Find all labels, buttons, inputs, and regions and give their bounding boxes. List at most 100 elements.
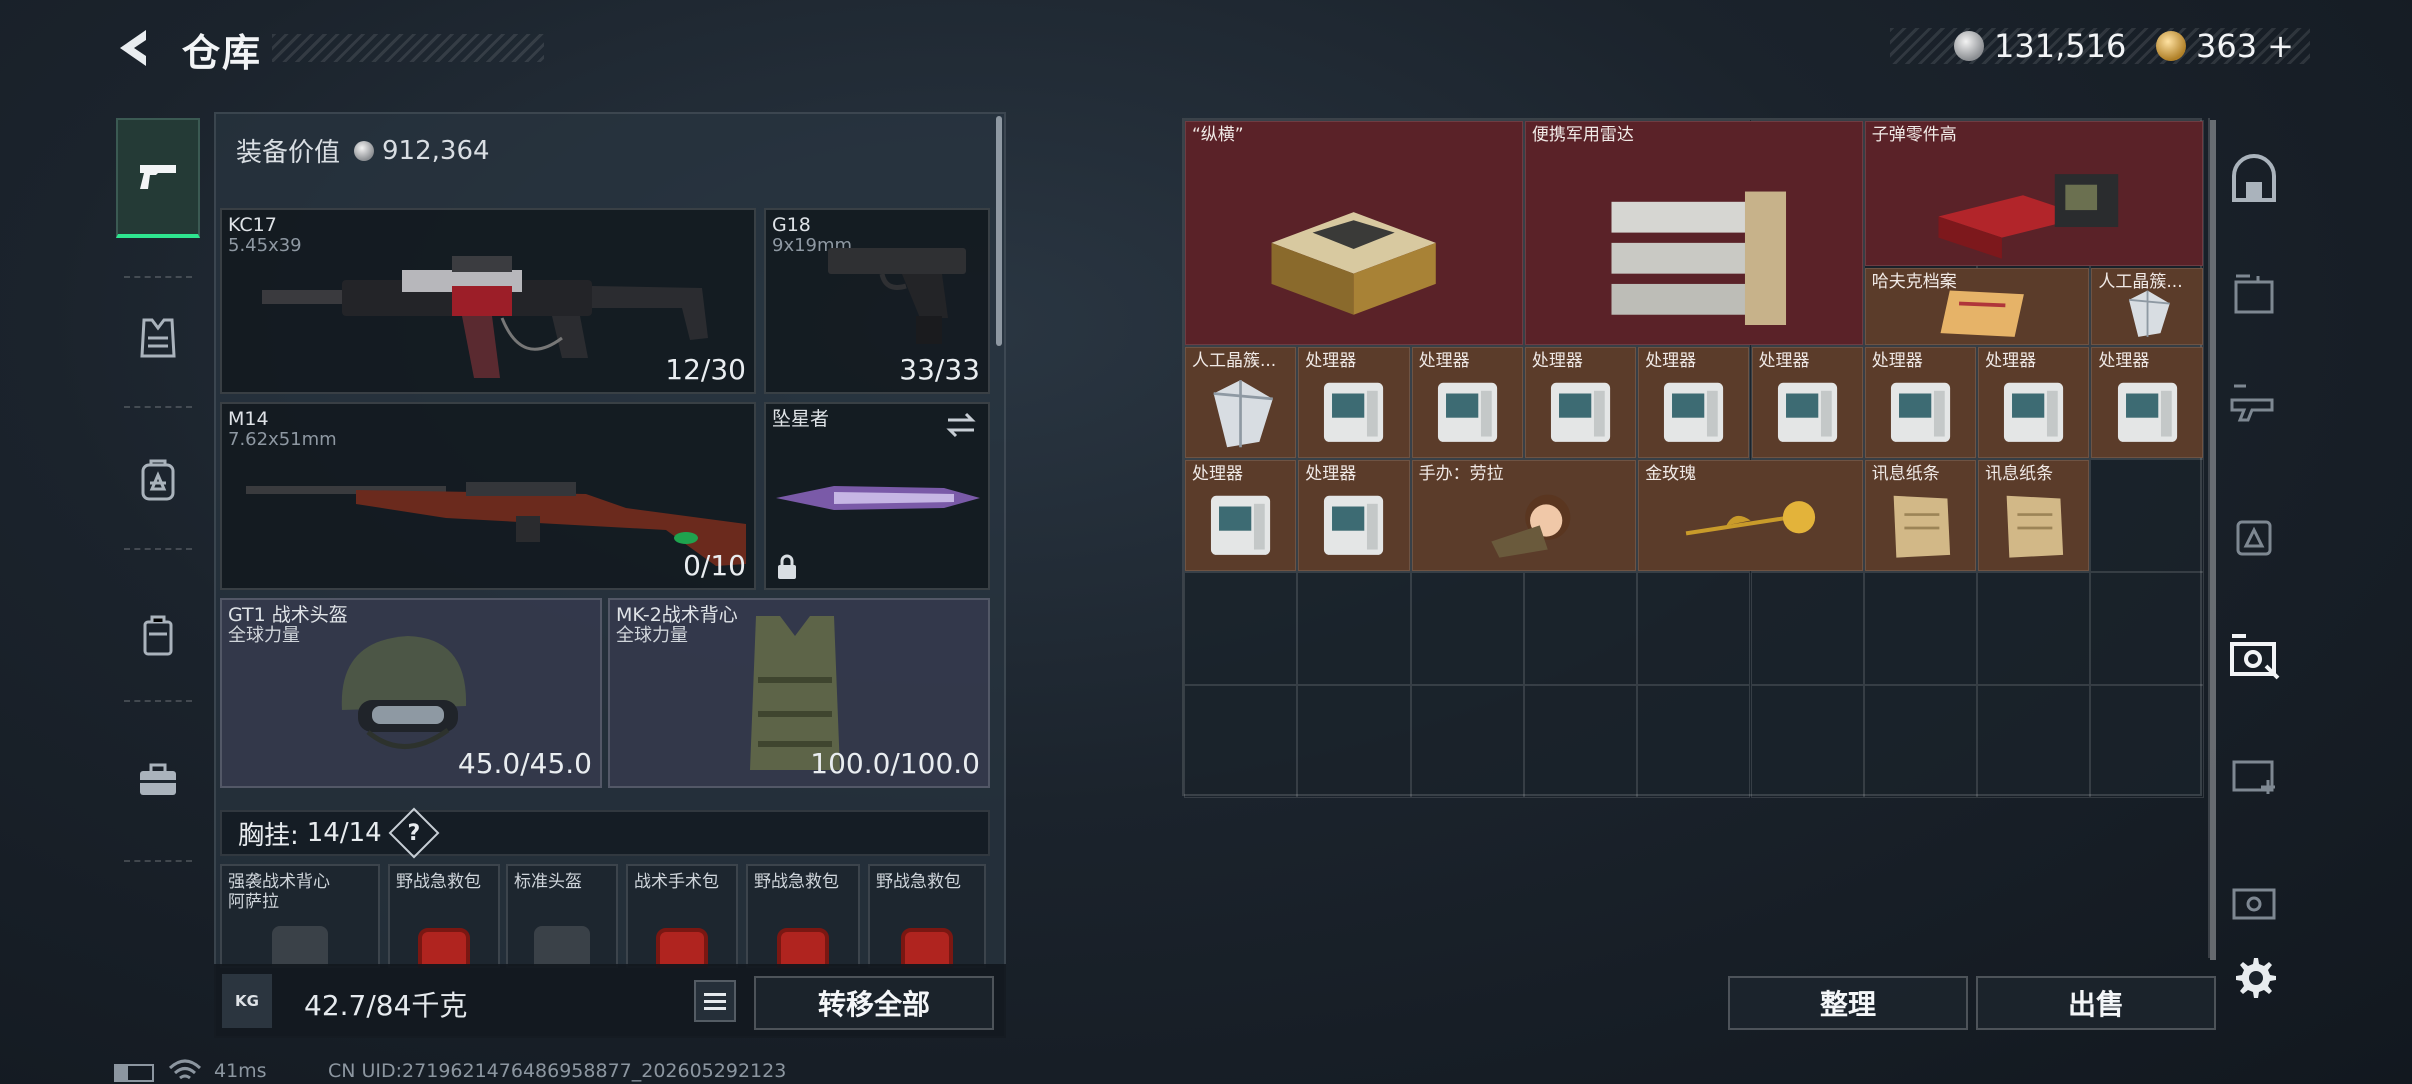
secondary-weapon-slot[interactable]: M14 7.62x51mm 0/10 bbox=[220, 402, 756, 590]
stash-item[interactable]: 处理器 bbox=[2091, 347, 2203, 458]
pouch-icon bbox=[143, 615, 173, 656]
sell-button[interactable]: 出售 bbox=[1976, 976, 2216, 1030]
stash-item-label: 处理器 bbox=[1531, 351, 1583, 371]
container-tab-4[interactable] bbox=[2212, 244, 2296, 340]
gold-currency[interactable]: 363 + bbox=[2156, 26, 2294, 66]
stash-item[interactable]: 讯息纸条 bbox=[1864, 460, 1977, 571]
backpack-container-icon bbox=[2236, 520, 2272, 556]
stash-cell[interactable] bbox=[2090, 572, 2204, 685]
stash-item[interactable]: 子弹零件高 bbox=[1864, 121, 2203, 266]
stash-cell[interactable] bbox=[1410, 685, 1524, 798]
stash-item-label: “纵横” bbox=[1192, 125, 1244, 145]
stash-item[interactable]: 人工晶簇... bbox=[2091, 267, 2203, 345]
stash-cell[interactable] bbox=[2090, 459, 2204, 572]
helmet-slot[interactable]: GT1 战术头盔 全球力量 45.0/45.0 bbox=[220, 598, 602, 788]
tab-weapons[interactable] bbox=[116, 118, 200, 238]
vest-slot[interactable]: MK-2战术背心 全球力量 100.0/100.0 bbox=[608, 598, 990, 788]
stash-cell[interactable] bbox=[1637, 572, 1751, 685]
vest-icon bbox=[140, 318, 176, 358]
stash-item-label: 人工晶簇... bbox=[2098, 271, 2183, 292]
stash-cell[interactable] bbox=[1750, 685, 1864, 798]
stash-item[interactable]: 处理器 bbox=[1978, 347, 2090, 458]
stash-item[interactable]: 手办：劳拉 bbox=[1411, 460, 1637, 571]
stash-cell[interactable] bbox=[1184, 685, 1298, 798]
tab-case[interactable] bbox=[116, 720, 200, 840]
loadout-scrollbar[interactable] bbox=[996, 116, 1002, 346]
stash-item[interactable]: 处理器 bbox=[1298, 347, 1410, 458]
stash-item[interactable]: 讯息纸条 bbox=[1978, 460, 2090, 571]
stash-item[interactable]: 处理器 bbox=[1185, 460, 1297, 571]
stash-item[interactable]: 人工晶簇... bbox=[1185, 347, 1297, 458]
stash-cell[interactable] bbox=[1410, 572, 1524, 685]
sort-button[interactable]: 整理 bbox=[1728, 976, 1968, 1030]
chest-rig-item-label: 野战急救包 bbox=[876, 872, 961, 892]
ammo-count: 33/33 bbox=[899, 353, 980, 386]
chest-rig-item[interactable]: 战术手术包 bbox=[626, 864, 738, 968]
stash-item[interactable]: 金玫瑰 bbox=[1638, 460, 1863, 571]
add-currency-button[interactable]: + bbox=[2267, 27, 2294, 65]
stash-cell[interactable] bbox=[1297, 572, 1411, 685]
figurine-icon bbox=[1439, 485, 1608, 566]
pistol-slot[interactable]: G18 9x19mm 33/33 bbox=[764, 208, 990, 394]
chest-rig-item[interactable]: 强袭战术背心 阿萨拉 bbox=[220, 864, 380, 968]
stash-cell[interactable] bbox=[1523, 572, 1638, 685]
settings-button[interactable] bbox=[2230, 954, 2278, 1002]
stash-cell[interactable] bbox=[2090, 685, 2204, 798]
tab-armor[interactable] bbox=[116, 278, 200, 398]
chest-rig-capacity: 14/14 bbox=[306, 818, 382, 848]
stash-item[interactable]: 处理器 bbox=[1751, 347, 1863, 458]
safe-icon bbox=[2232, 154, 2276, 202]
primary-weapon-slot[interactable]: KC17 5.45x39 12/30 bbox=[220, 208, 756, 394]
stash-item[interactable]: “纵横” bbox=[1185, 121, 1523, 345]
stash-cell[interactable] bbox=[1297, 685, 1411, 798]
stash-item[interactable]: 处理器 bbox=[1411, 347, 1523, 458]
swap-icon[interactable] bbox=[944, 410, 978, 440]
crystal-icon bbox=[2106, 285, 2189, 341]
container-tab-medical[interactable] bbox=[2212, 724, 2296, 820]
processor-icon bbox=[1199, 485, 1282, 566]
tab-backpack[interactable] bbox=[116, 420, 200, 540]
chest-rig-item[interactable]: 野战急救包 bbox=[868, 864, 986, 968]
back-arrow-icon[interactable] bbox=[112, 24, 160, 72]
stash-item-label: 处理器 bbox=[1192, 464, 1243, 484]
vest-name: MK-2战术背心 bbox=[616, 604, 738, 626]
vest-durability: 100.0/100.0 bbox=[810, 747, 980, 780]
stash-cell[interactable] bbox=[1523, 685, 1638, 798]
container-icon bbox=[2234, 274, 2274, 314]
gold-coin-icon bbox=[2156, 31, 2186, 61]
stash-cell[interactable] bbox=[1637, 685, 1751, 798]
transfer-all-button[interactable]: 转移全部 bbox=[754, 976, 994, 1030]
chest-rig-item-label: 野战急救包 bbox=[396, 872, 481, 892]
container-tab-2[interactable] bbox=[2212, 486, 2296, 582]
stash-item[interactable]: 处理器 bbox=[1638, 347, 1750, 458]
stash-cell[interactable] bbox=[1750, 572, 1864, 685]
medkit-icon bbox=[656, 928, 708, 968]
stash-cell[interactable] bbox=[1863, 572, 1978, 685]
stash-cell[interactable] bbox=[1863, 685, 1978, 798]
container-tab-card[interactable] bbox=[2212, 850, 2296, 946]
stash-item[interactable]: 处理器 bbox=[1298, 460, 1410, 571]
container-tab-3[interactable] bbox=[2212, 354, 2296, 450]
stash-cell[interactable] bbox=[1977, 572, 2091, 685]
container-tab-active[interactable] bbox=[2212, 606, 2296, 702]
help-button[interactable]: ? bbox=[388, 807, 440, 859]
medkit-icon bbox=[901, 928, 953, 968]
stash-cell[interactable] bbox=[1977, 685, 2091, 798]
stash-item-label: 处理器 bbox=[1871, 351, 1923, 371]
container-tab-safe[interactable] bbox=[2212, 132, 2296, 228]
chest-rig-item[interactable]: 野战急救包 bbox=[388, 864, 500, 968]
stash-item[interactable]: 哈夫克档案 bbox=[1864, 267, 2090, 345]
chest-rig-item[interactable]: 标准头盔 bbox=[506, 864, 618, 968]
rifle-icon bbox=[246, 482, 746, 566]
tab-pouch[interactable] bbox=[116, 576, 200, 696]
chest-rig-item[interactable]: 野战急救包 bbox=[746, 864, 860, 968]
stash-item[interactable]: 处理器 bbox=[1864, 347, 1977, 458]
uid-text: CN UID:2719621476486958877_202605292123 bbox=[328, 1060, 787, 1082]
melee-slot[interactable]: 坠星者 bbox=[764, 402, 990, 590]
backpack-icon bbox=[141, 459, 175, 501]
list-view-button[interactable] bbox=[694, 980, 736, 1022]
medical-case-icon bbox=[2232, 760, 2275, 794]
stash-item[interactable]: 处理器 bbox=[1524, 347, 1637, 458]
stash-cell[interactable] bbox=[1184, 572, 1298, 685]
stash-item[interactable]: 便携军用雷达 bbox=[1524, 121, 1863, 345]
